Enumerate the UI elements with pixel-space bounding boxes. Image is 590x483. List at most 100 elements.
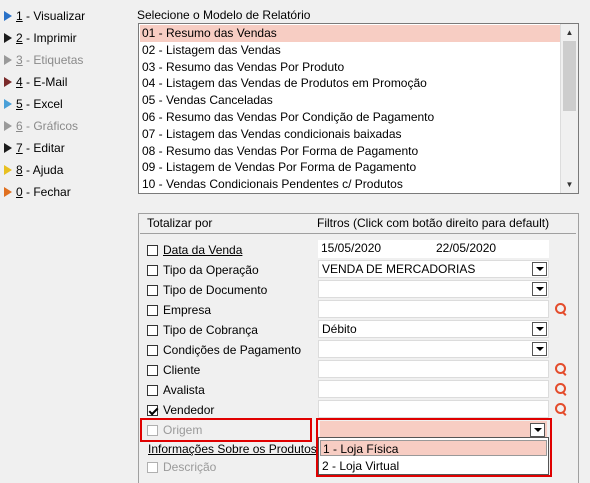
menu-item-label: - Etiquetas	[22, 53, 84, 67]
tipo-cobranca-select[interactable]: Débito	[318, 320, 549, 338]
totalizar-checkbox[interactable]	[147, 344, 158, 356]
gray-arrow-icon	[4, 121, 12, 131]
report-list-item[interactable]: 06 - Resumo das Vendas Por Condição de P…	[140, 109, 560, 126]
menu-item-key: 3	[16, 53, 23, 67]
condicoes-pagamento-select[interactable]	[318, 340, 549, 358]
menu-item-label: - Gráficos	[22, 119, 79, 133]
vendedor-field[interactable]	[318, 400, 549, 418]
menu-item-label: - E-Mail	[22, 75, 68, 89]
filters-header: Totalizar por Filtros (Click com botão d…	[140, 213, 576, 234]
totalizar-header: Totalizar por	[147, 216, 213, 230]
chevron-down-icon[interactable]	[532, 262, 547, 276]
totalizar-checkbox[interactable]	[147, 264, 158, 276]
report-list-item[interactable]: 05 - Vendas Canceladas	[140, 92, 560, 109]
menu-item-key: 8	[16, 163, 23, 177]
menu-item-label: - Imprimir	[22, 31, 77, 45]
tipo-cobranca-value: Débito	[322, 322, 357, 336]
report-list-item[interactable]: 03 - Resumo das Vendas Por Produto	[140, 59, 560, 76]
report-model-title: Selecione o Modelo de Relatório	[137, 8, 311, 22]
report-list-item[interactable]: 10 - Vendas Condicionais Pendentes c/ Pr…	[140, 176, 560, 193]
totalizar-label: Condições de Pagamento	[163, 343, 302, 357]
menu-item-key: 2	[16, 31, 23, 45]
totalizar-row-0[interactable]: Data da Venda	[147, 241, 242, 259]
totalizar-label: Tipo de Documento	[163, 283, 268, 297]
totalizar-label: Tipo da Operação	[163, 263, 259, 277]
search-icon[interactable]	[554, 302, 568, 316]
tipo-operacao-select[interactable]: VENDA DE MERCADORIAS	[318, 260, 549, 278]
totalizar-checkbox[interactable]	[147, 284, 158, 296]
totalizar-label: Empresa	[163, 303, 212, 317]
menu-item-4[interactable]: 5 - Excel	[4, 94, 63, 114]
scroll-up-icon[interactable]: ▲	[562, 25, 577, 40]
menu-item-6[interactable]: 7 - Editar	[4, 138, 65, 158]
totalizar-checkbox[interactable]	[147, 384, 158, 396]
totalizar-row-5[interactable]: Condições de Pagamento	[147, 341, 301, 359]
scroll-thumb[interactable]	[563, 41, 576, 111]
gray-arrow-icon	[4, 55, 12, 65]
menu-item-label: - Fechar	[22, 185, 71, 199]
totalizar-checkbox[interactable]	[147, 324, 158, 336]
menu-item-key: 5	[16, 97, 23, 111]
menu-item-label: - Visualizar	[22, 9, 86, 23]
origem-label-highlight	[140, 418, 312, 442]
tipo-documento-select[interactable]	[318, 280, 549, 298]
totalizar-checkbox[interactable]	[147, 244, 158, 256]
report-model-list[interactable]: ▲ ▼ 01 - Resumo das Vendas 02 - Listagem …	[138, 23, 579, 194]
menu-item-8[interactable]: 0 - Fechar	[4, 182, 71, 202]
menu-item-key: 6	[16, 119, 23, 133]
menu-item-key: 0	[16, 185, 23, 199]
totalizar-checkbox[interactable]	[147, 364, 158, 376]
report-list-item[interactable]: 07 - Listagem das Vendas condicionais ba…	[140, 126, 560, 143]
menu-item-key: 4	[16, 75, 23, 89]
report-list-item[interactable]: 08 - Resumo das Vendas Por Forma de Paga…	[140, 143, 560, 160]
date-to-field[interactable]: 22/05/2020	[433, 240, 549, 258]
blue-arrow-icon	[4, 11, 12, 21]
filtros-header: Filtros (Click com botão direito para de…	[317, 216, 550, 230]
report-list-item[interactable]: 04 - Listagem das Vendas de Produtos em …	[140, 75, 560, 92]
date-from-field[interactable]: 15/05/2020	[318, 240, 434, 258]
actions-menu: 1 - Visualizar 2 - Imprimir 3 - Etiquetas 4…	[0, 0, 130, 482]
info-produtos-label: Informações Sobre os Produtos	[148, 442, 317, 456]
menu-item-label: - Ajuda	[22, 163, 64, 177]
totalizar-row-8[interactable]: Vendedor	[147, 401, 214, 419]
chevron-down-icon[interactable]	[532, 322, 547, 336]
report-list-item[interactable]: 01 - Resumo das Vendas	[140, 25, 560, 42]
menu-item-0[interactable]: 1 - Visualizar	[4, 6, 85, 26]
search-icon[interactable]	[554, 382, 568, 396]
search-icon[interactable]	[554, 402, 568, 416]
chevron-down-icon[interactable]	[532, 342, 547, 356]
origem-select-highlight	[316, 418, 552, 477]
search-icon[interactable]	[554, 362, 568, 376]
totalizar-row-3[interactable]: Empresa	[147, 301, 211, 319]
scroll-down-icon[interactable]: ▼	[562, 177, 577, 192]
totalizar-label: Cliente	[163, 363, 201, 377]
menu-item-label: - Editar	[22, 141, 65, 155]
avalista-field[interactable]	[318, 380, 549, 398]
totalizar-label: Tipo de Cobrança	[163, 323, 258, 337]
tipo-operacao-value: VENDA DE MERCADORIAS	[322, 262, 476, 276]
totalizar-row-2[interactable]: Tipo de Documento	[147, 281, 267, 299]
totalizar-checkbox[interactable]	[147, 404, 158, 416]
orange-arrow-icon	[4, 187, 12, 197]
menu-item-3[interactable]: 4 - E-Mail	[4, 72, 67, 92]
totalizar-row-4[interactable]: Tipo de Cobrança	[147, 321, 258, 339]
totalizar-row-1[interactable]: Tipo da Operação	[147, 261, 259, 279]
chevron-down-icon[interactable]	[532, 282, 547, 296]
menu-item-5[interactable]: 6 - Gráficos	[4, 116, 78, 136]
totalizar-row-7[interactable]: Avalista	[147, 381, 205, 399]
yellow-arrow-icon	[4, 165, 12, 175]
totalizar-checkbox[interactable]	[147, 304, 158, 316]
menu-item-2[interactable]: 3 - Etiquetas	[4, 50, 83, 70]
menu-item-7[interactable]: 8 - Ajuda	[4, 160, 63, 180]
menu-item-1[interactable]: 2 - Imprimir	[4, 28, 77, 48]
report-list-scrollbar[interactable]: ▲ ▼	[560, 24, 578, 193]
menu-item-key: 7	[16, 141, 23, 155]
report-list-item[interactable]: 02 - Listagem das Vendas	[140, 42, 560, 59]
empresa-field[interactable]	[318, 300, 549, 318]
cliente-field[interactable]	[318, 360, 549, 378]
totalizar-row-6[interactable]: Cliente	[147, 361, 200, 379]
report-list-item[interactable]: 09 - Listagem de Vendas Por Forma de Pag…	[140, 159, 560, 176]
black-arrow-icon	[4, 143, 12, 153]
descricao-row[interactable]: Descrição	[147, 458, 216, 476]
descricao-checkbox[interactable]	[147, 461, 158, 473]
